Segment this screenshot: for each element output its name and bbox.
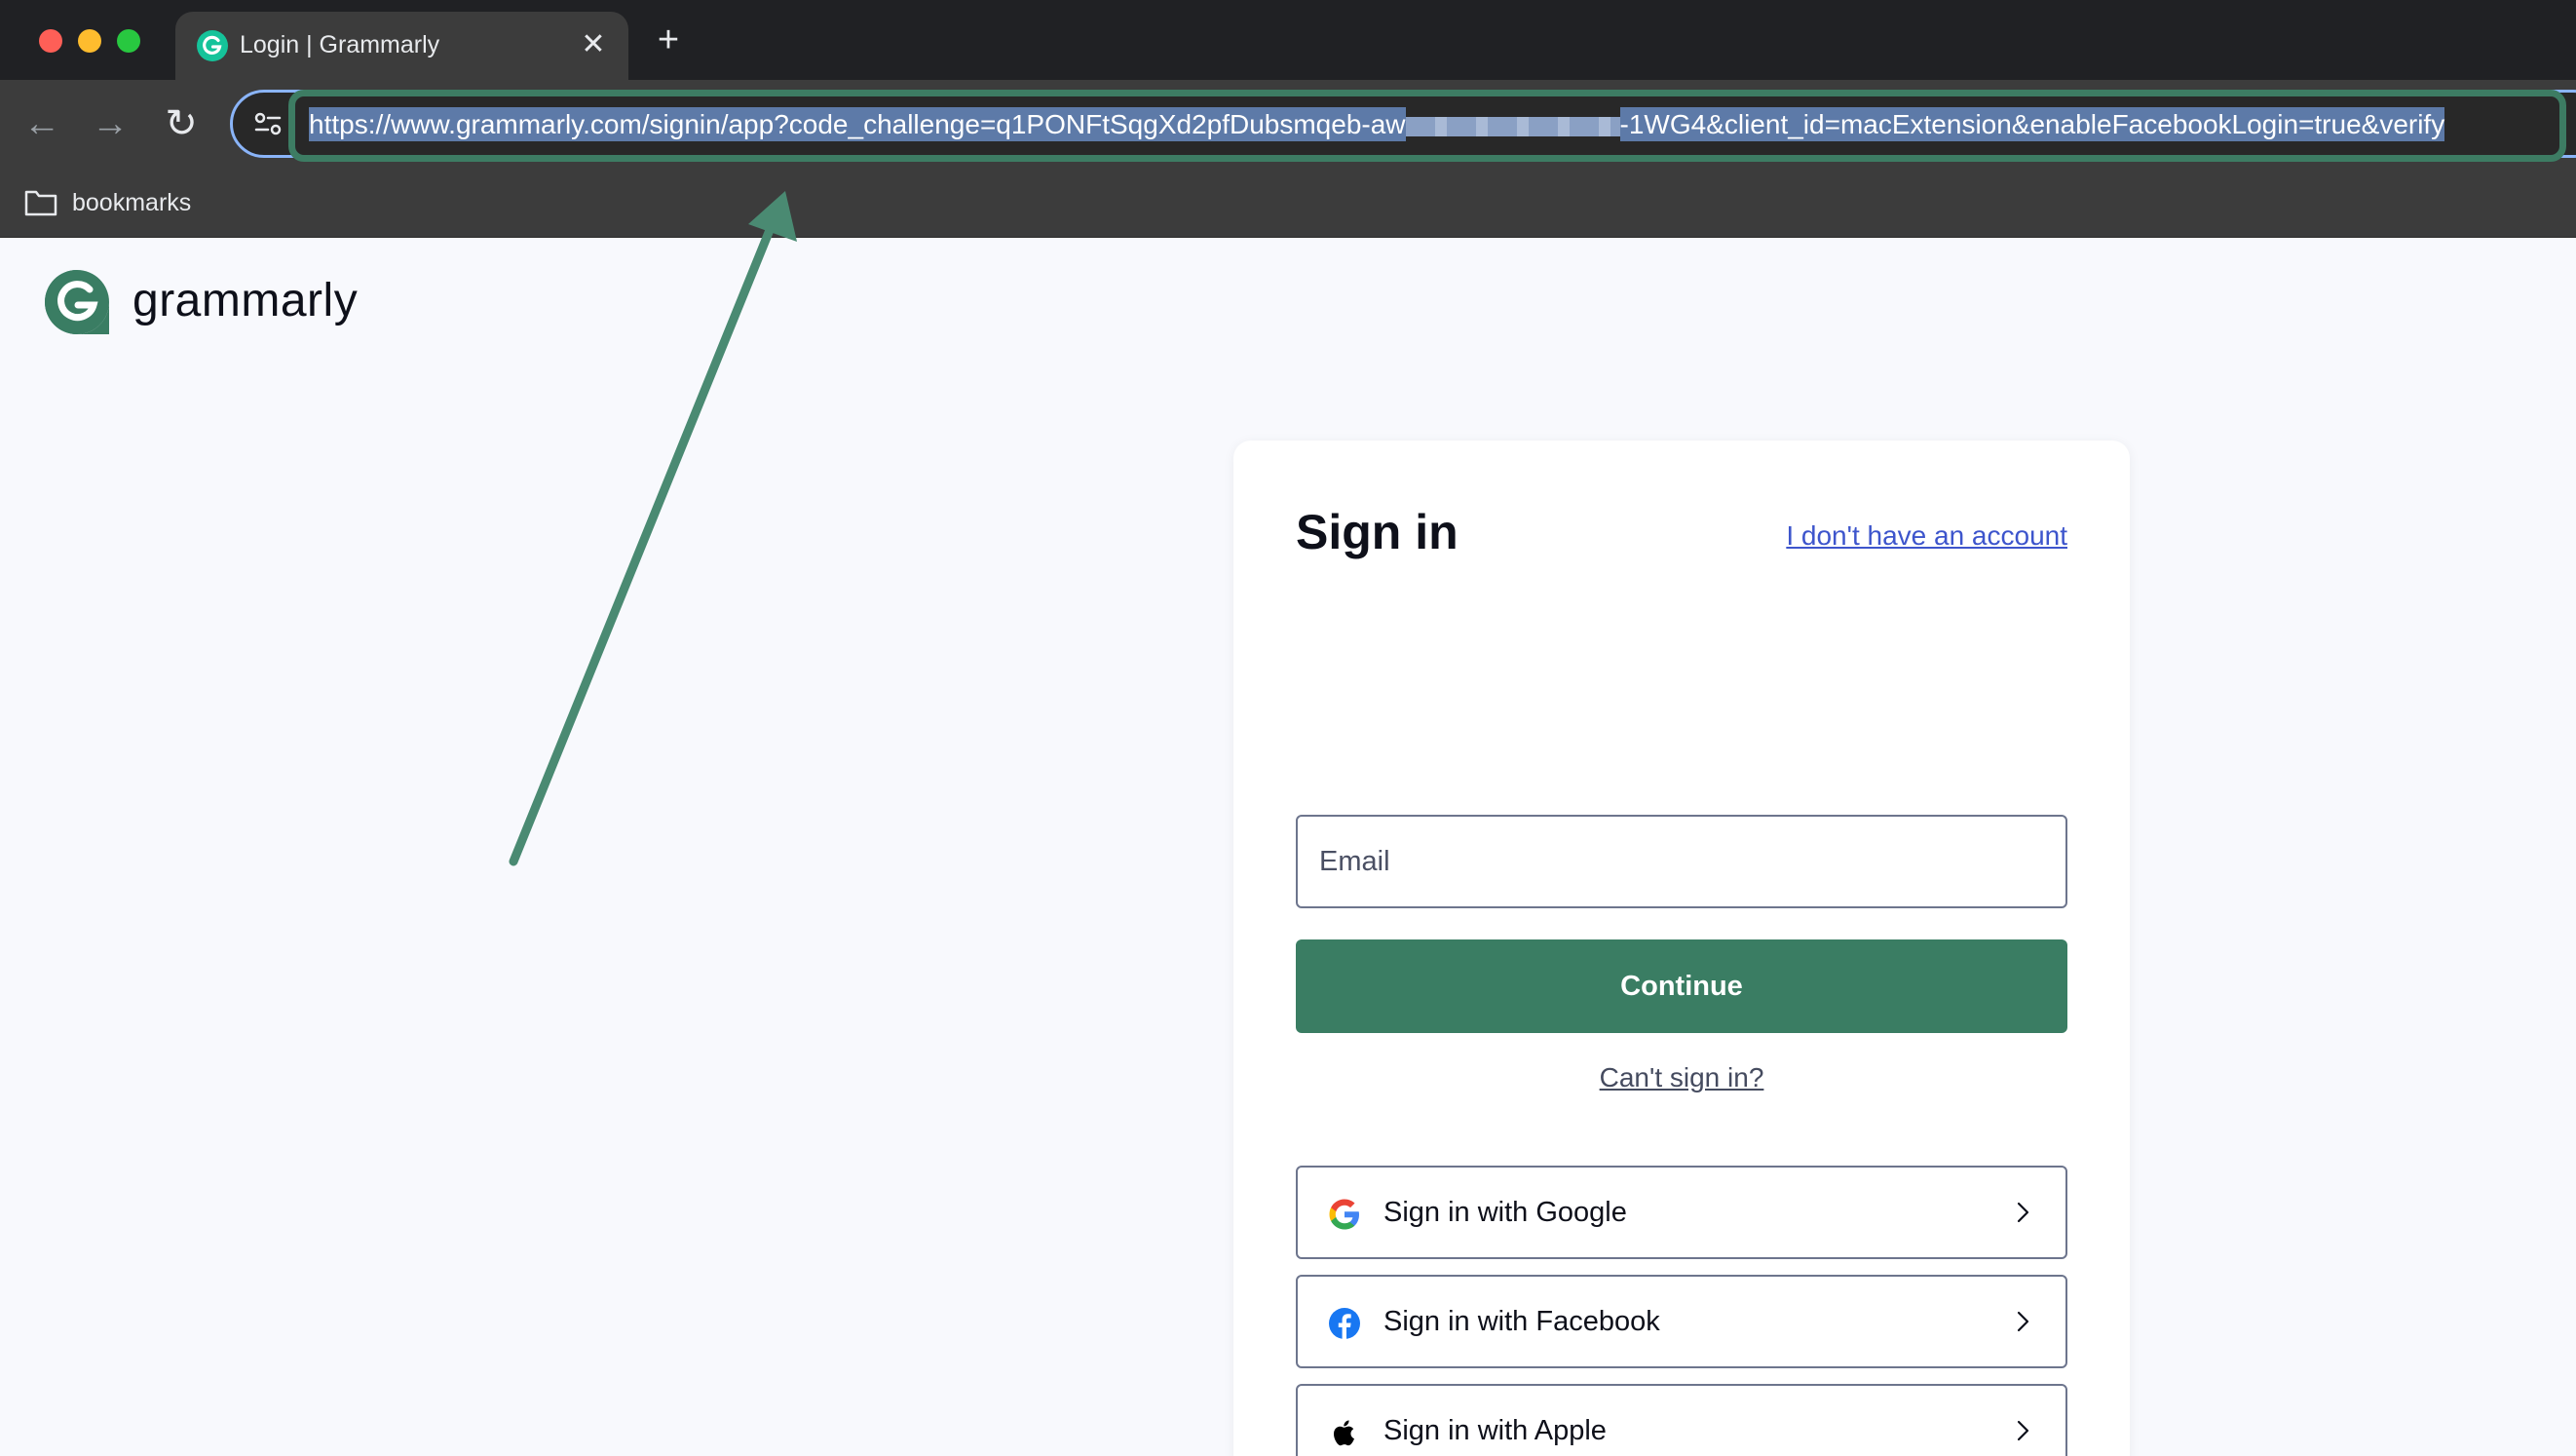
reload-button[interactable]: ↻ (159, 101, 204, 146)
tab-strip: Login | Grammarly ✕ + (0, 0, 2576, 82)
sign-in-google-button[interactable]: Sign in with Google (1296, 1166, 2067, 1259)
site-info-icon[interactable] (250, 106, 285, 141)
signin-card: Sign in I don't have an account Continue… (1233, 441, 2130, 1456)
grammarly-logo-icon (45, 270, 109, 334)
tab-title: Login | Grammarly (240, 31, 440, 58)
folder-icon (24, 190, 57, 216)
bookmarks-folder-label: bookmarks (72, 189, 192, 216)
close-tab-icon[interactable]: ✕ (576, 27, 611, 62)
address-bar[interactable]: https://www.grammarly.com/signin/app?cod… (230, 90, 2576, 158)
back-button[interactable]: ← (19, 101, 64, 146)
cant-sign-in-link[interactable]: Can't sign in? (1296, 1060, 2067, 1095)
page-title: Sign in (1296, 505, 1458, 559)
no-account-link[interactable]: I don't have an account (1786, 518, 2067, 554)
facebook-icon (1329, 1308, 1360, 1339)
chevron-right-icon (2017, 1311, 2029, 1332)
url-part-2: -1WG4&client_id=macExtension&enableFaceb… (1619, 107, 2445, 141)
page-content: grammarly Sign in I don't have an accoun… (0, 238, 2576, 1456)
google-label: Sign in with Google (1383, 1197, 1627, 1228)
chevron-right-icon (2017, 1420, 2029, 1441)
grammarly-favicon-icon (197, 30, 228, 61)
tab-login-grammarly[interactable]: Login | Grammarly ✕ (175, 12, 628, 82)
apple-icon (1334, 1420, 1354, 1446)
browser-window: Login | Grammarly ✕ + ← → ↻ https://www.… (0, 0, 2576, 1456)
logo-wordmark: grammarly (133, 275, 359, 326)
chevron-right-icon (2017, 1202, 2029, 1223)
google-icon (1329, 1199, 1359, 1230)
forward-button[interactable]: → (88, 101, 133, 146)
close-window-button[interactable] (39, 29, 62, 53)
facebook-label: Sign in with Facebook (1383, 1306, 1660, 1337)
url-part-1: https://www.grammarly.com/signin/app?cod… (309, 107, 1406, 141)
url-redacted-segment (1405, 116, 1620, 136)
apple-label: Sign in with Apple (1383, 1415, 1607, 1446)
maximize-window-button[interactable] (117, 29, 140, 53)
minimize-window-button[interactable] (78, 29, 101, 53)
continue-button[interactable]: Continue (1296, 939, 2067, 1033)
sign-in-facebook-button[interactable]: Sign in with Facebook (1296, 1275, 2067, 1368)
browser-toolbar: ← → ↻ https://www.grammarly.com/signin/a… (0, 80, 2576, 168)
bookmarks-bar: bookmarks (0, 168, 2576, 238)
email-field[interactable] (1296, 815, 2067, 908)
new-tab-button[interactable]: + (647, 19, 690, 62)
sign-in-apple-button[interactable]: Sign in with Apple (1296, 1384, 2067, 1456)
url-text[interactable]: https://www.grammarly.com/signin/app?cod… (301, 102, 2576, 147)
